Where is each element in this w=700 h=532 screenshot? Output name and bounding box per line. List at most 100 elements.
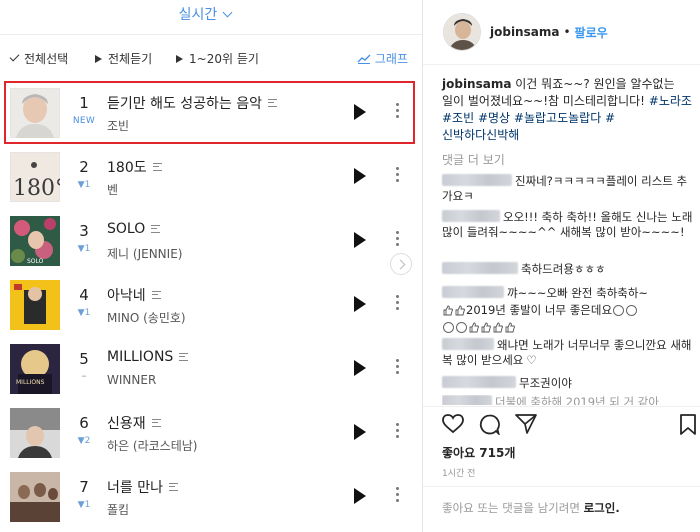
thumbs-up-icon (493, 322, 503, 333)
instagram-panel: jobinsama • 팔로우 jobinsama 이건 뭐죠~~? 원인을 알… (422, 0, 700, 532)
song-title[interactable]: MILLIONS (107, 349, 189, 365)
share-icon[interactable] (515, 414, 537, 434)
lyrics-icon[interactable] (168, 483, 178, 491)
song-title-text: 너를 만나 (107, 480, 163, 496)
album-cover[interactable] (10, 408, 60, 458)
heart-icon[interactable] (442, 414, 464, 434)
play-all-label: 전체듣기 (108, 52, 153, 66)
caption-username[interactable]: jobinsama (442, 77, 511, 91)
select-all-label: 전체선택 (24, 52, 69, 66)
divider (423, 64, 700, 65)
thumbs-up-icon (481, 322, 491, 333)
rank-number: 2 (79, 158, 89, 176)
more-icon[interactable] (393, 295, 401, 313)
album-cover[interactable]: SOLO (10, 216, 60, 266)
chart-row[interactable]: MILLIONS 5 – MILLIONS WINNER (0, 338, 422, 402)
song-title-text: 아낙네 (107, 288, 146, 304)
comment-emoji-line (442, 320, 694, 335)
more-icon[interactable] (393, 423, 401, 441)
login-link[interactable]: 로그인. (584, 501, 620, 515)
play-button[interactable] (354, 232, 366, 248)
trend-icon (357, 54, 371, 64)
thumbs-up-icon (505, 322, 515, 333)
play-button[interactable] (354, 424, 366, 440)
comment: 오오!!! 축하 축하!! 올해도 신나는 노래 많이 들려줘~~~~^^ 새해… (442, 210, 694, 240)
artist-name[interactable]: 벤 (107, 181, 118, 198)
play-button[interactable] (354, 360, 366, 376)
play-button[interactable] (354, 488, 366, 504)
graph-label: 그래프 (374, 52, 408, 66)
thumbs-up-icon (455, 305, 465, 316)
avatar[interactable] (443, 13, 481, 51)
play-top20-button[interactable]: 1~20위 듣기 (176, 50, 259, 67)
rank-number: 3 (79, 222, 89, 240)
rank-number: 7 (79, 478, 89, 496)
more-comments-link[interactable]: 댓글 더 보기 (442, 151, 505, 168)
lyrics-icon[interactable] (152, 163, 162, 171)
artist-name[interactable]: MINO (송민호) (107, 309, 186, 326)
comment: 진짜네?ㅋㅋㅋㅋㅋ플레이 리스트 추가요ㅋ (442, 174, 694, 204)
follow-button[interactable]: 팔로우 (575, 24, 608, 41)
play-button[interactable] (354, 296, 366, 312)
chart-toolbar: 전체선택 전체듣기 1~20위 듣기 그래프 (9, 47, 410, 71)
chart-panel: 실시간 전체선택 전체듣기 1~20위 듣기 그래프 1 NEW 듣기만 해도 … (0, 0, 422, 532)
lyrics-icon[interactable] (151, 419, 161, 427)
realtime-tab-label: 실시간 (178, 7, 218, 23)
login-prompt-text: 좋아요 또는 댓글을 남기려면 (442, 501, 584, 515)
artist-name[interactable]: WINNER (107, 373, 156, 387)
comment-text: 2019년 좋발이 너무 좋은데요 (466, 303, 613, 317)
graph-button[interactable]: 그래프 (357, 50, 408, 67)
chart-row[interactable]: SOLO 3 ▼1 SOLO 제니 (JENNIE) (0, 210, 422, 274)
song-title[interactable]: 아낙네 (107, 285, 161, 305)
song-title-text: SOLO (107, 221, 146, 237)
comment-text: 더불에 축하해 2019년 되 거 같아 (495, 395, 659, 405)
chart-row[interactable]: 6 ▼2 신용재 하은 (라코스테남) (0, 402, 422, 466)
blurred-username (442, 262, 518, 274)
lyrics-icon[interactable] (151, 225, 161, 233)
album-cover[interactable]: MILLIONS (10, 344, 60, 394)
comment-icon[interactable] (479, 414, 500, 435)
star-eyes-emoji-icon (456, 322, 467, 333)
login-prompt: 좋아요 또는 댓글을 남기려면 로그인. (442, 500, 620, 516)
chart-row[interactable]: 4 ▼1 아낙네 MINO (송민호) (0, 274, 422, 338)
heart-icon: ♡ (526, 353, 537, 367)
rank-change: ▼1 (77, 500, 91, 510)
artist-name[interactable]: 폴킴 (107, 501, 129, 518)
realtime-tab[interactable]: 실시간 (0, 4, 410, 24)
post-actions (423, 410, 700, 440)
chart-row[interactable]: 180° 2 ▼1 180도 벤 (0, 146, 422, 210)
artist-name[interactable]: 제니 (JENNIE) (107, 245, 182, 262)
rank-change: ▼1 (77, 180, 91, 190)
album-cover[interactable] (10, 472, 60, 522)
blurred-username (442, 376, 516, 388)
thumbs-up-icon (443, 305, 453, 316)
cover-text: SOLO (27, 258, 44, 265)
album-cover[interactable]: 180° (10, 152, 60, 202)
artist-name[interactable]: 하은 (라코스테남) (107, 437, 197, 454)
song-title[interactable]: 신용재 (107, 413, 161, 433)
likes-count[interactable]: 좋아요 715개 (442, 444, 515, 461)
more-icon[interactable] (393, 231, 401, 249)
select-all-button[interactable]: 전체선택 (9, 50, 69, 67)
song-title[interactable]: SOLO (107, 221, 161, 237)
lyrics-icon[interactable] (151, 291, 161, 299)
more-icon[interactable] (393, 167, 401, 185)
comment: 꺄~~~오빠 완전 축하축하~ 2019년 좋발이 너무 좋은데요 (442, 286, 694, 335)
lyrics-icon[interactable] (179, 353, 189, 361)
play-all-button[interactable]: 전체듣기 (95, 50, 152, 67)
comment-text: 축하드려용ㅎㅎㅎ (521, 262, 606, 276)
username[interactable]: jobinsama (490, 25, 559, 39)
album-cover[interactable] (10, 280, 60, 330)
blurred-username (442, 210, 500, 222)
bookmark-icon[interactable] (680, 414, 696, 435)
rank-number: 5 (79, 350, 89, 368)
post-time: 1시간 전 (442, 469, 476, 479)
more-icon[interactable] (393, 359, 401, 377)
chevron-right-icon[interactable] (390, 253, 412, 275)
thumbs-up-icon (469, 322, 479, 333)
song-title[interactable]: 180도 (107, 157, 162, 177)
play-button[interactable] (354, 168, 366, 184)
chart-row[interactable]: 7 ▼1 너를 만나 폴킴 (0, 466, 422, 530)
song-title[interactable]: 너를 만나 (107, 477, 178, 497)
more-icon[interactable] (393, 487, 401, 505)
